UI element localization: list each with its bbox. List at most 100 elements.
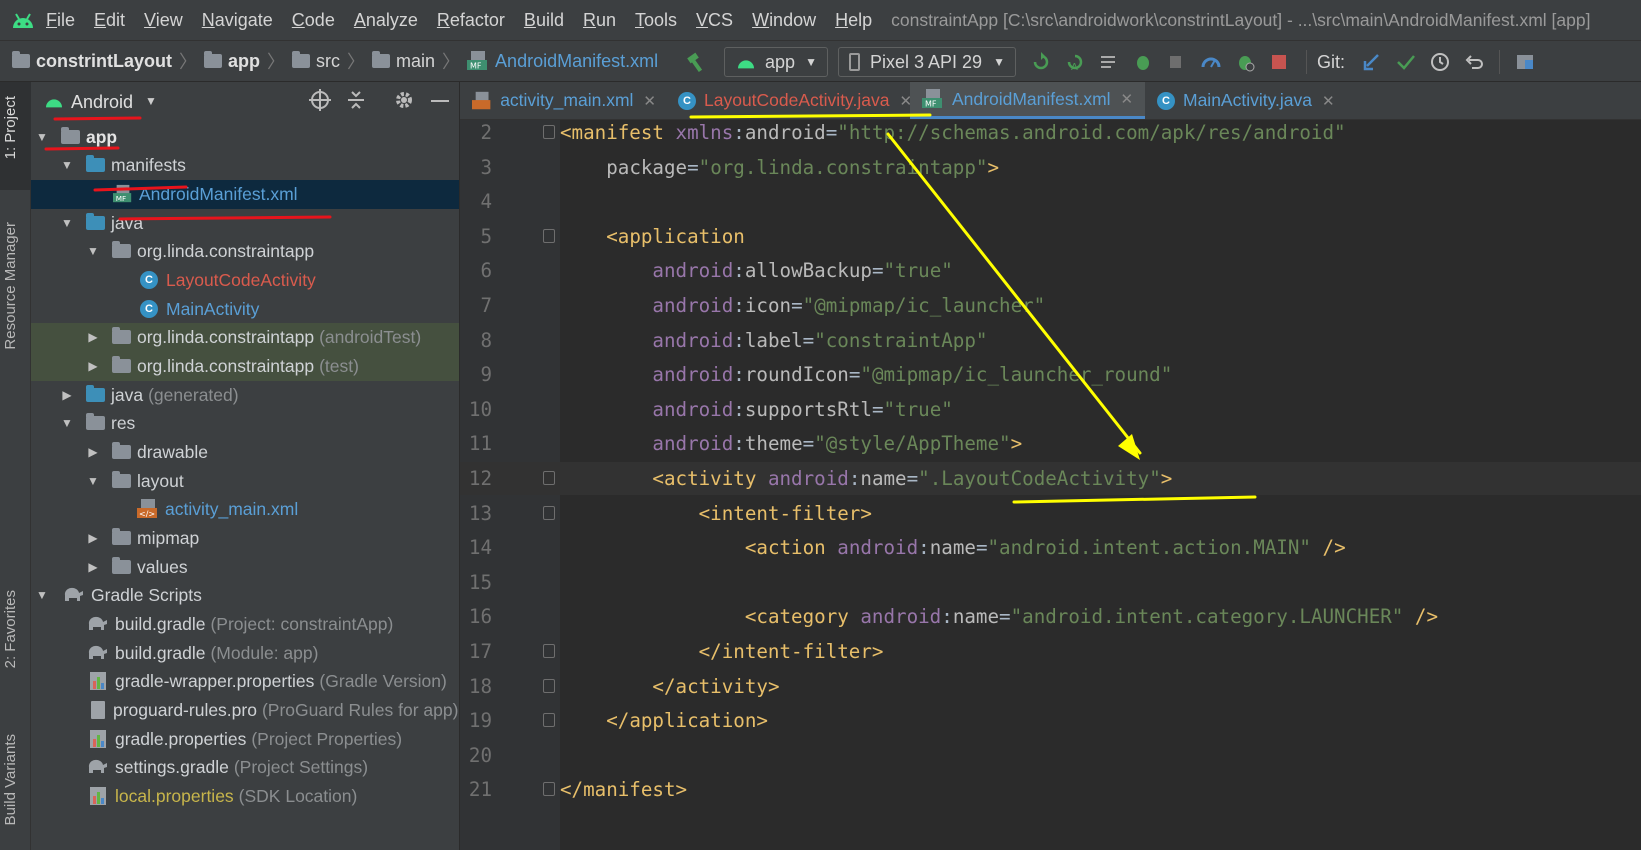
fold-marker-icon[interactable]	[543, 644, 555, 658]
debug-restart-icon[interactable]	[1234, 51, 1256, 73]
fold-marker-icon[interactable]	[543, 228, 555, 243]
tree-item-build-gradle-project[interactable]: build.gradle (Project: constraintApp)	[31, 610, 459, 639]
breadcrumb-project[interactable]: constrintLayout	[12, 51, 172, 72]
run-configuration-dropdown[interactable]: app ▼	[724, 47, 828, 77]
gear-icon[interactable]	[393, 89, 415, 116]
tree-item-proguard-rules[interactable]: proguard-rules.pro (ProGuard Rules for a…	[31, 696, 459, 725]
git-update-arrow-icon[interactable]	[1361, 51, 1383, 73]
tab-androidmanifest-xml[interactable]: MF AndroidManifest.xml ✕	[910, 82, 1145, 119]
favorites-tab[interactable]: 2: Favorites	[2, 590, 19, 668]
expand-arrow-icon[interactable]: ▶	[86, 560, 100, 574]
code-line[interactable]: 17 </intent-filter>	[460, 635, 1641, 668]
profiler-gauge-icon[interactable]	[1200, 51, 1222, 73]
tree-item-gradle-wrapper-properties[interactable]: gradle-wrapper.properties (Gradle Versio…	[31, 667, 459, 696]
tree-item-local-properties[interactable]: local.properties (SDK Location)	[31, 782, 459, 811]
collapse-all-icon[interactable]	[345, 89, 367, 116]
locate-target-icon[interactable]	[309, 89, 331, 116]
tree-item-settings-gradle[interactable]: settings.gradle (Project Settings)	[31, 753, 459, 782]
debug-bug-icon[interactable]	[1132, 51, 1154, 73]
code-line[interactable]: 16 <category android:name="android.inten…	[460, 600, 1641, 633]
code-line[interactable]: 4	[460, 185, 1641, 218]
chevron-down-icon[interactable]: ▼	[145, 94, 157, 108]
code-line[interactable]: 10 android:supportsRtl="true"	[460, 393, 1641, 426]
fold-marker-icon[interactable]	[543, 471, 555, 485]
code-line[interactable]: 6 android:allowBackup="true"	[460, 254, 1641, 287]
code-line[interactable]: 13 <intent-filter>	[460, 497, 1641, 530]
fold-marker-icon[interactable]	[543, 782, 555, 797]
tab-mainactivity-java[interactable]: C MainActivity.java ✕	[1145, 82, 1345, 119]
run-list-icon[interactable]	[1098, 51, 1120, 73]
code-line[interactable]: 5 <application	[460, 220, 1641, 253]
menu-build[interactable]: Build	[524, 10, 564, 31]
tree-item-activity-main-xml[interactable]: </> activity_main.xml	[31, 495, 459, 524]
tree-item-build-gradle-module[interactable]: build.gradle (Module: app)	[31, 639, 459, 668]
collapse-arrow-icon[interactable]: ▼	[86, 474, 100, 488]
tree-item-package-androidtest[interactable]: ▶ org.linda.constraintapp (androidTest)	[31, 323, 459, 352]
breadcrumb-app[interactable]: app	[204, 51, 260, 72]
collapse-arrow-icon[interactable]: ▼	[35, 588, 49, 602]
tree-item-gradle-properties[interactable]: gradle.properties (Project Properties)	[31, 725, 459, 754]
tree-item-java-generated[interactable]: ▶ java (generated)	[31, 381, 459, 410]
project-tool-tab[interactable]: 1: Project	[2, 96, 19, 159]
tree-item-java[interactable]: ▼ java	[31, 209, 459, 238]
close-icon[interactable]: ✕	[643, 92, 656, 110]
menu-navigate[interactable]: Navigate	[202, 10, 273, 31]
collapse-arrow-icon[interactable]: ▼	[60, 158, 74, 172]
code-line[interactable]: 18 </activity>	[460, 670, 1641, 703]
tree-item-values[interactable]: ▶ values	[31, 553, 459, 582]
menu-file[interactable]: File	[46, 10, 75, 31]
device-dropdown[interactable]: Pixel 3 API 29 ▼	[838, 47, 1016, 77]
collapse-arrow-icon[interactable]: ▼	[35, 130, 49, 144]
code-line[interactable]: 21 </manifest>	[460, 773, 1641, 806]
menu-window[interactable]: Window	[752, 10, 816, 31]
code-line[interactable]: 7 android:icon="@mipmap/ic_launcher"	[460, 289, 1641, 322]
breadcrumb-src[interactable]: src	[292, 51, 340, 72]
tree-item-app[interactable]: ▼ app	[31, 123, 459, 152]
tree-item-package-test[interactable]: ▶ org.linda.constraintapp (test)	[31, 352, 459, 381]
tree-item-package[interactable]: ▼ org.linda.constraintapp	[31, 237, 459, 266]
tree-item-layoutcodeactivity[interactable]: C LayoutCodeActivity	[31, 266, 459, 295]
close-icon[interactable]: ✕	[1121, 90, 1134, 108]
build-variants-tab[interactable]: Build Variants	[2, 734, 19, 825]
expand-arrow-icon[interactable]: ▶	[60, 388, 74, 402]
code-line[interactable]: 8 android:label="constraintApp"	[460, 324, 1641, 357]
expand-arrow-icon[interactable]: ▶	[86, 330, 100, 344]
tree-item-res[interactable]: ▼ res	[31, 409, 459, 438]
tree-item-drawable[interactable]: ▶ drawable	[31, 438, 459, 467]
git-history-clock-icon[interactable]	[1429, 51, 1451, 73]
menu-vcs[interactable]: VCS	[696, 10, 733, 31]
menu-refactor[interactable]: Refactor	[437, 10, 505, 31]
tab-activity-main-xml[interactable]: activity_main.xml ✕	[460, 82, 666, 119]
fold-marker-icon[interactable]	[543, 505, 555, 520]
expand-arrow-icon[interactable]: ▶	[86, 445, 100, 459]
build-hammer-icon[interactable]	[686, 51, 708, 73]
attach-debugger-icon[interactable]	[1166, 51, 1188, 73]
code-line[interactable]: 14 <action android:name="android.intent.…	[460, 531, 1641, 564]
menu-code[interactable]: Code	[292, 10, 335, 31]
resource-manager-tab[interactable]: Resource Manager	[2, 222, 19, 350]
tree-item-layout[interactable]: ▼ layout	[31, 467, 459, 496]
expand-arrow-icon[interactable]: ▶	[86, 531, 100, 545]
breadcrumb-file[interactable]: MF AndroidManifest.xml	[467, 51, 658, 72]
menu-tools[interactable]: Tools	[635, 10, 677, 31]
code-line[interactable]: 19 </application>	[460, 704, 1641, 737]
git-rollback-icon[interactable]	[1463, 51, 1485, 73]
tree-item-androidmanifest[interactable]: MF AndroidManifest.xml	[31, 180, 459, 209]
fold-marker-icon[interactable]	[543, 125, 555, 139]
code-line[interactable]: 12 <activity android:name=".LayoutCodeAc…	[460, 462, 1641, 495]
menu-help[interactable]: Help	[835, 10, 872, 31]
fold-marker-icon[interactable]	[543, 678, 555, 693]
stop-icon[interactable]	[1268, 51, 1290, 73]
collapse-arrow-icon[interactable]: ▼	[60, 216, 74, 230]
code-line[interactable]: 11 android:theme="@style/AppTheme">	[460, 427, 1641, 460]
collapse-arrow-icon[interactable]: ▼	[86, 244, 100, 258]
tree-item-manifests[interactable]: ▼ manifests	[31, 151, 459, 180]
project-view-selector[interactable]: Android	[71, 92, 133, 113]
expand-arrow-icon[interactable]: ▶	[86, 359, 100, 373]
close-icon[interactable]: ✕	[1322, 92, 1335, 110]
fold-marker-icon[interactable]	[543, 713, 555, 728]
apply-changes-restart-icon[interactable]	[1030, 51, 1052, 73]
tree-item-mipmap[interactable]: ▶ mipmap	[31, 524, 459, 553]
code-line[interactable]: 15	[460, 566, 1641, 599]
code-line[interactable]: 3 package="org.linda.constraintapp">	[460, 151, 1641, 184]
